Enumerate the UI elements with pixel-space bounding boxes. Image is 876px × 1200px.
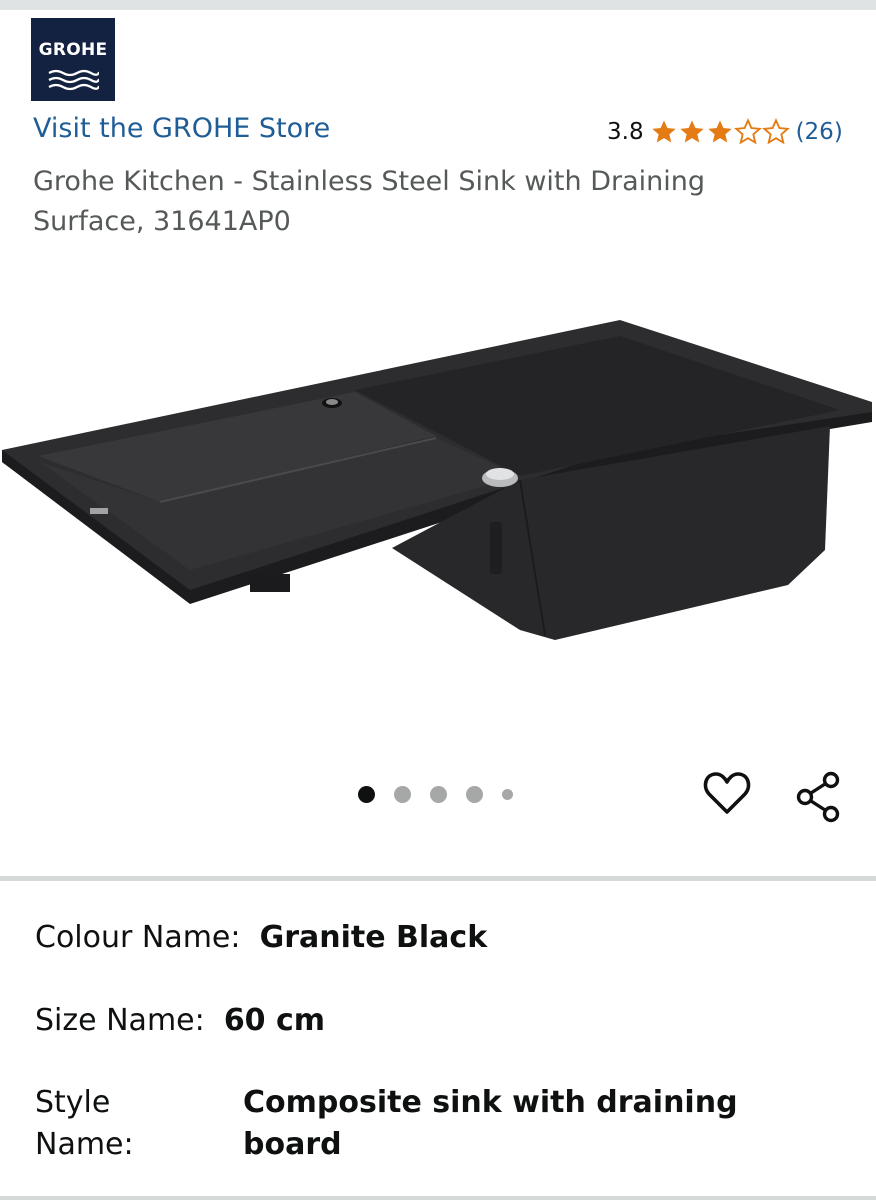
- product-title: Grohe Kitchen - Stainless Steel Sink wit…: [33, 166, 706, 237]
- heart-icon[interactable]: [703, 770, 751, 816]
- logo-wordmark: GROHE: [38, 40, 108, 60]
- star-full-icon: [679, 120, 704, 143]
- rating-stars: [650, 118, 790, 146]
- visit-store-link[interactable]: Visit the GROHE Store: [33, 113, 330, 144]
- logo-waves-icon: [48, 69, 99, 91]
- share-icon[interactable]: [795, 771, 843, 823]
- star-full-icon: [651, 120, 676, 143]
- carousel-dot[interactable]: [466, 786, 483, 803]
- colour-label: Colour Name:: [35, 920, 241, 955]
- style-label-line: Name:: [35, 1127, 134, 1162]
- grohe-logo[interactable]: GROHE: [31, 18, 115, 101]
- star-empty-icon: [761, 118, 790, 145]
- style-value-line: Composite sink with draining: [243, 1085, 738, 1120]
- rating-count[interactable]: (26): [796, 119, 843, 145]
- style-value[interactable]: Composite sink with draining board: [243, 1082, 843, 1166]
- carousel-dot-active[interactable]: [358, 786, 375, 803]
- colour-value: Granite Black: [259, 920, 488, 955]
- size-variation[interactable]: Size Name: 60 cm: [35, 1003, 325, 1038]
- product-image[interactable]: [0, 300, 876, 660]
- top-divider: [0, 0, 876, 10]
- image-carousel-indicator[interactable]: [358, 786, 513, 803]
- style-value-line: board: [243, 1127, 342, 1162]
- size-value: 60 cm: [223, 1003, 326, 1038]
- rating-score: 3.8: [607, 119, 644, 145]
- carousel-dot[interactable]: [430, 786, 447, 803]
- style-label-line: Style: [35, 1085, 111, 1120]
- style-label: Style Name:: [35, 1082, 185, 1166]
- section-divider: [0, 876, 876, 881]
- rating-summary[interactable]: 3.8 (26): [607, 116, 843, 148]
- drain-pipe: [490, 522, 502, 574]
- star-empty-icon: [733, 118, 762, 145]
- colour-variation[interactable]: Colour Name: Granite Black: [35, 920, 487, 955]
- size-label: Size Name:: [35, 1003, 205, 1038]
- carousel-dot[interactable]: [502, 789, 513, 800]
- carousel-dot[interactable]: [394, 786, 411, 803]
- bottom-divider: [0, 1196, 876, 1200]
- star-full-icon: [707, 120, 732, 143]
